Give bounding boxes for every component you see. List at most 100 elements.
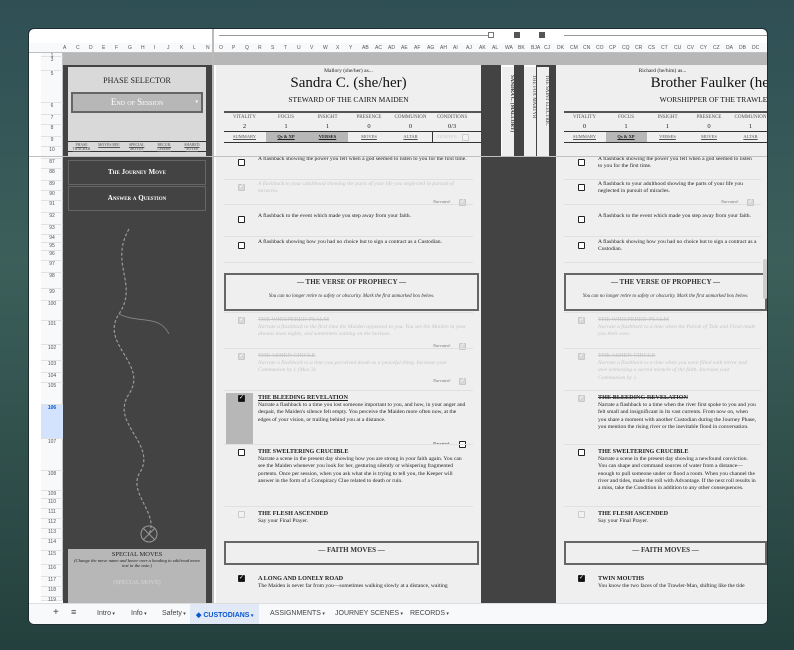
column-header[interactable]: V <box>310 45 313 51</box>
dropdown-arrow-icon[interactable]: ▾ <box>249 613 254 619</box>
column-header[interactable]: AI <box>453 45 458 51</box>
sheet-tab-info[interactable]: Info ▾ <box>131 610 147 617</box>
row-header[interactable]: 101 <box>41 321 63 345</box>
tab-verses[interactable]: VERSES <box>307 132 348 142</box>
column-header[interactable]: F <box>115 45 118 51</box>
row-header[interactable]: 10 <box>41 147 63 159</box>
sheet-tab-intro[interactable]: Intro ▾ <box>97 610 115 617</box>
row-header[interactable]: 119 <box>41 597 63 603</box>
verse-checkbox[interactable] <box>238 449 245 456</box>
column-header[interactable]: C <box>76 45 80 51</box>
vertical-tab-saint-electric[interactable]: THE SAINT ELECTRIC <box>537 67 549 157</box>
left-nav-link[interactable]: SHARED NOTES <box>178 143 205 152</box>
dropdown-arrow-icon[interactable]: ▾ <box>445 611 449 617</box>
row-header[interactable]: 116 <box>41 565 63 577</box>
column-header[interactable]: AE <box>401 45 408 51</box>
row-header[interactable]: 87 <box>41 159 63 169</box>
left-nav-link[interactable]: PHASE TRACKER <box>68 143 95 152</box>
column-header[interactable]: CP <box>609 45 616 51</box>
row-header[interactable]: 88 <box>41 169 63 181</box>
column-header[interactable]: P <box>232 45 235 51</box>
row-header[interactable]: 95 <box>41 243 63 251</box>
column-header[interactable]: T <box>284 45 287 51</box>
question-checkbox[interactable] <box>578 184 585 191</box>
row-header[interactable]: 96 <box>41 251 63 261</box>
column-header[interactable]: R <box>258 45 262 51</box>
verse-checkbox[interactable] <box>578 394 585 402</box>
left-nav-link[interactable]: RECUR. CHARS. <box>151 143 178 152</box>
tab-summary[interactable]: SUMMARY <box>224 132 265 142</box>
column-headers[interactable]: A C D E F G H I J K L N O P Q R S T U V W X Y AB AC AD AE AF AG AH AI A… <box>29 43 767 53</box>
verse-checkbox[interactable] <box>578 316 585 324</box>
row-header[interactable]: 98 <box>41 273 63 289</box>
column-header[interactable]: AH <box>440 45 447 51</box>
freeze-column-divider[interactable] <box>212 29 214 603</box>
row-header[interactable]: 9 <box>41 137 63 147</box>
row-header[interactable]: 93 <box>41 225 63 235</box>
row-header[interactable]: 8 <box>41 125 63 137</box>
verse-checkbox[interactable] <box>238 316 245 324</box>
dropdown-arrow-icon[interactable]: ▾ <box>111 611 115 617</box>
freeze-row-divider[interactable] <box>29 156 767 157</box>
column-header[interactable]: E <box>102 45 105 51</box>
row-header[interactable]: 99 <box>41 289 63 301</box>
column-header[interactable]: CM <box>570 45 578 51</box>
journey-move-button[interactable]: The Journey Move <box>68 160 206 185</box>
row-header[interactable]: 105 <box>41 383 63 405</box>
tab-altar[interactable]: ALTAR <box>730 132 767 142</box>
question-checkbox[interactable] <box>578 159 585 166</box>
sheet-tab-custodians[interactable]: ◆ CUSTODIANS ▾ <box>190 604 260 624</box>
column-header[interactable]: AB <box>362 45 369 51</box>
column-header[interactable]: AK <box>479 45 486 51</box>
tab-moves[interactable]: MOVES <box>349 132 390 142</box>
row-header[interactable]: 117 <box>41 577 63 587</box>
row-header[interactable]: 90 <box>41 191 63 201</box>
column-header[interactable]: AD <box>388 45 395 51</box>
column-header[interactable]: S <box>271 45 274 51</box>
all-sheets-icon[interactable]: ≡ <box>71 607 76 617</box>
column-header[interactable]: CY <box>700 45 707 51</box>
column-header[interactable]: U <box>297 45 301 51</box>
row-header[interactable]: 107 <box>41 439 63 471</box>
row-headers[interactable]: 1 3 5 6 7 8 9 10 87 88 89 90 91 92 93 94 95 96 97 98 99 100 10… <box>41 53 63 603</box>
column-header[interactable]: AC <box>375 45 382 51</box>
row-header[interactable]: 109 <box>41 491 63 499</box>
column-header[interactable]: Q <box>245 45 249 51</box>
row-header[interactable]: 103 <box>41 361 63 373</box>
verse-checkbox[interactable] <box>238 394 245 402</box>
question-checkbox[interactable] <box>238 159 245 166</box>
column-header[interactable]: J <box>167 45 170 51</box>
row-header[interactable]: 108 <box>41 471 63 491</box>
row-header[interactable]: 97 <box>41 261 63 273</box>
special-move-field[interactable]: (SPECIAL MOVE) <box>68 580 206 586</box>
column-header[interactable]: WA <box>505 45 513 51</box>
question-checkbox[interactable] <box>578 216 585 223</box>
left-nav-link[interactable]: SPECIAL MOVES <box>123 143 150 152</box>
row-header[interactable]: 114 <box>41 539 63 551</box>
tab-verses[interactable]: VERSES <box>647 132 688 142</box>
question-checkbox[interactable] <box>238 242 245 249</box>
row-header[interactable]: 106 <box>41 405 63 439</box>
tab-summary[interactable]: SUMMARY <box>564 132 605 142</box>
column-header[interactable]: DB <box>739 45 746 51</box>
row-header[interactable]: 110 <box>41 499 63 509</box>
column-header[interactable]: CV <box>687 45 694 51</box>
column-header[interactable]: L <box>193 45 196 51</box>
collapse-group-button[interactable] <box>488 32 494 38</box>
column-header[interactable]: N <box>206 45 210 51</box>
row-header[interactable]: 102 <box>41 345 63 361</box>
column-header[interactable]: W <box>323 45 328 51</box>
narrated-checkbox[interactable] <box>459 198 466 206</box>
column-header[interactable]: H <box>141 45 145 51</box>
row-header[interactable]: 111 <box>41 509 63 519</box>
sheet-tab-journey-scenes[interactable]: JOURNEY SCENES ▾ <box>335 610 403 617</box>
narrated-checkbox[interactable] <box>459 377 466 385</box>
column-header[interactable]: CZ <box>713 45 720 51</box>
verse-checkbox[interactable] <box>578 449 585 456</box>
column-header[interactable]: Y <box>349 45 352 51</box>
row-header[interactable]: 104 <box>41 373 63 383</box>
expand-group-button[interactable] <box>514 32 520 38</box>
column-header[interactable]: DC <box>752 45 759 51</box>
verse-checkbox[interactable] <box>578 352 585 360</box>
column-header[interactable]: AF <box>414 45 420 51</box>
